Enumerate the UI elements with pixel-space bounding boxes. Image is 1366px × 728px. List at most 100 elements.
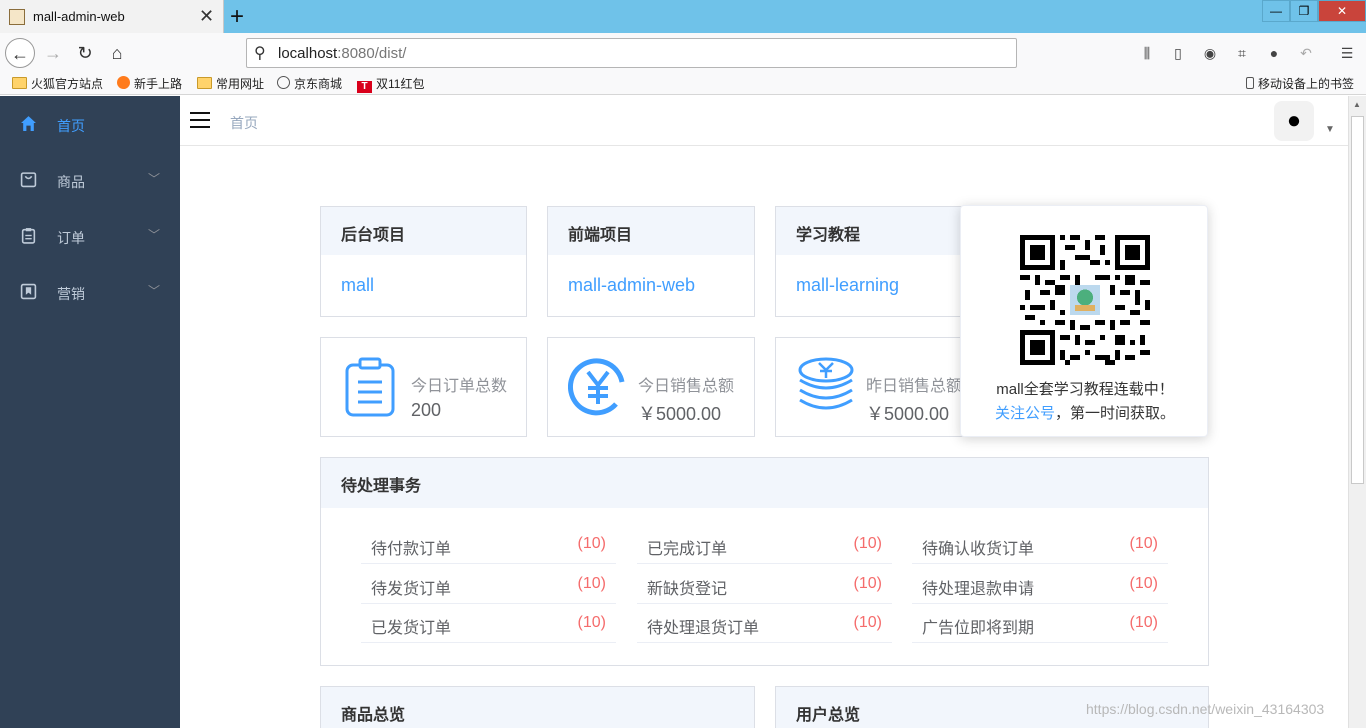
phone-icon: [1246, 77, 1254, 89]
bookmark-item[interactable]: 新手上路: [117, 75, 182, 92]
sidebar-item-orders[interactable]: 订单 ﹀: [0, 208, 180, 264]
window-close-button[interactable]: ✕: [1318, 0, 1366, 22]
url-bar[interactable]: ⚲ localhost:8080/dist/: [246, 38, 1017, 68]
qr-popover: mall全套学习教程连载中！ 关注公号，第一时间获取。: [960, 205, 1208, 437]
card-title: 前端项目: [548, 207, 754, 255]
pending-item[interactable]: 待发货订单 (10): [361, 566, 616, 604]
follow-link[interactable]: 关注公号: [995, 405, 1055, 422]
sidebar-item-marketing[interactable]: 营销 ﹀: [0, 264, 180, 320]
crop-icon[interactable]: ⌗: [1233, 45, 1251, 61]
stat-card: 今日订单总数 200: [320, 337, 527, 437]
clipboard-icon: [21, 228, 36, 244]
library-icon[interactable]: ⫼: [1138, 45, 1156, 61]
card-title: 后台项目: [321, 207, 526, 255]
back-icon[interactable]: ←: [5, 38, 35, 68]
chat-icon[interactable]: ●: [1265, 45, 1283, 61]
breadcrumb[interactable]: 首页: [230, 113, 258, 133]
browser-tab[interactable]: mall-admin-web ✕: [0, 0, 224, 33]
bookmark-item[interactable]: 火狐官方站点: [12, 75, 103, 92]
sidebar-item-home[interactable]: 首页: [0, 96, 180, 152]
pending-item[interactable]: 待处理退款申请 (10): [912, 566, 1168, 604]
url-path: :8080/dist/: [337, 45, 407, 62]
caret-down-icon[interactable]: ▼: [1325, 124, 1335, 135]
sidebar-item-label: 首页: [57, 118, 85, 134]
stat-card: 今日销售总额 ￥5000.00: [547, 337, 755, 437]
chevron-down-icon: ﹀: [148, 228, 161, 242]
pending-item[interactable]: 待付款订单 (10): [361, 526, 616, 564]
avatar[interactable]: ●: [1274, 101, 1314, 141]
restore-button[interactable]: ❐: [1290, 0, 1318, 22]
pending-item[interactable]: 广告位即将到期 (10): [912, 605, 1168, 643]
stat-title: 昨日销售总额: [866, 378, 963, 395]
sidebar-item-goods[interactable]: 商品 ﹀: [0, 152, 180, 208]
project-link[interactable]: mall: [341, 275, 374, 296]
goods-overview-card: 商品总览: [320, 686, 755, 728]
folder-icon: [197, 77, 212, 89]
favicon-icon: [9, 9, 25, 25]
sidebar-item-label: 营销: [57, 286, 85, 302]
pending-item[interactable]: 新缺货登记 (10): [637, 566, 892, 604]
pending-item[interactable]: 已完成订单 (10): [637, 526, 892, 564]
project-link[interactable]: mall-admin-web: [568, 275, 695, 296]
sidebar-item-label: 商品: [57, 174, 85, 190]
mobile-bookmarks[interactable]: 移动设备上的书签: [1246, 75, 1354, 92]
popover-line1: mall全套学习教程连载中！: [996, 381, 1174, 398]
pending-tasks-card: 待处理事务 待付款订单 (10) 已完成订单 (10) 待确认收货订单 (10) 待发…: [320, 457, 1209, 666]
qr-code-icon: [1020, 235, 1150, 365]
account-icon[interactable]: ◉: [1201, 45, 1219, 61]
stat-value: 200: [411, 400, 442, 420]
bookmark-item[interactable]: 常用网址: [197, 75, 264, 92]
globe-icon: [277, 76, 290, 89]
reload-icon[interactable]: ↻: [70, 38, 100, 68]
top-header: 首页 ● ▼: [180, 96, 1348, 146]
tab-title: mall-admin-web: [33, 9, 125, 24]
tab-close-icon[interactable]: ✕: [199, 6, 214, 27]
stat-title: 今日销售总额: [638, 378, 735, 395]
home-icon: [21, 116, 36, 131]
chevron-down-icon: ﹀: [148, 172, 161, 186]
search-icon: ⚲: [254, 45, 266, 62]
forward-icon[interactable]: →: [38, 38, 68, 68]
sidebar: 首页 商品 ﹀ 订单 ﹀ 营销 ﹀: [0, 96, 180, 728]
firefox-icon: [117, 76, 130, 89]
stat-value: ￥5000.00: [638, 404, 722, 424]
card-title: 学习教程: [776, 207, 981, 255]
apple-icon: ●: [1286, 107, 1302, 134]
undo-icon[interactable]: ↶: [1297, 45, 1315, 61]
menu-icon[interactable]: ☰: [1338, 45, 1356, 61]
bookmark-item[interactable]: T 双11红包: [357, 75, 424, 93]
page-scrollbar[interactable]: ▲: [1348, 96, 1366, 728]
bookmarks-bar: 火狐官方站点 新手上路 常用网址 京东商城 T 双11红包 移动设备上的书签: [0, 73, 1366, 95]
bookmark-icon: [20, 283, 37, 300]
stat-title: 今日订单总数: [411, 378, 508, 395]
new-tab-icon[interactable]: +: [230, 3, 244, 31]
minimize-button[interactable]: —: [1262, 0, 1290, 22]
home-nav-icon[interactable]: ⌂: [102, 38, 132, 68]
scrollbar-thumb[interactable]: [1351, 116, 1364, 484]
tmall-icon: T: [357, 81, 372, 93]
chevron-down-icon: ﹀: [148, 284, 161, 298]
order-clipboard-icon: [345, 357, 395, 417]
url-host: localhost: [278, 45, 338, 62]
popover-line2: ，第一时间获取。: [1055, 405, 1176, 422]
sidebar-item-label: 订单: [57, 230, 85, 246]
sidebar-toggle-icon[interactable]: ▯: [1169, 45, 1187, 61]
bookmark-item[interactable]: 京东商城: [277, 75, 342, 92]
project-card: 后台项目 mall: [320, 206, 527, 317]
scroll-up-icon[interactable]: ▲: [1353, 100, 1361, 109]
bag-icon: [20, 172, 37, 188]
stat-value: ￥5000.00: [866, 404, 950, 424]
hamburger-icon[interactable]: [190, 112, 210, 128]
folder-icon: [12, 77, 27, 89]
project-link[interactable]: mall-learning: [796, 275, 899, 296]
pending-item[interactable]: 待确认收货订单 (10): [912, 526, 1168, 564]
coin-stack-icon: [798, 357, 854, 410]
pending-item[interactable]: 待处理退货订单 (10): [637, 605, 892, 643]
yuan-coin-icon: [568, 358, 625, 416]
card-title: 待处理事务: [321, 458, 1208, 508]
watermark: https://blog.csdn.net/weixin_43164303: [1086, 701, 1325, 717]
project-card: 前端项目 mall-admin-web: [547, 206, 755, 317]
project-card: 学习教程 mall-learning: [775, 206, 982, 317]
pending-item[interactable]: 已发货订单 (10): [361, 605, 616, 643]
browser-nav-bar: ← → ↻ ⌂ ⚲ localhost:8080/dist/ ⫼ ▯ ◉ ⌗ ●…: [0, 33, 1366, 73]
